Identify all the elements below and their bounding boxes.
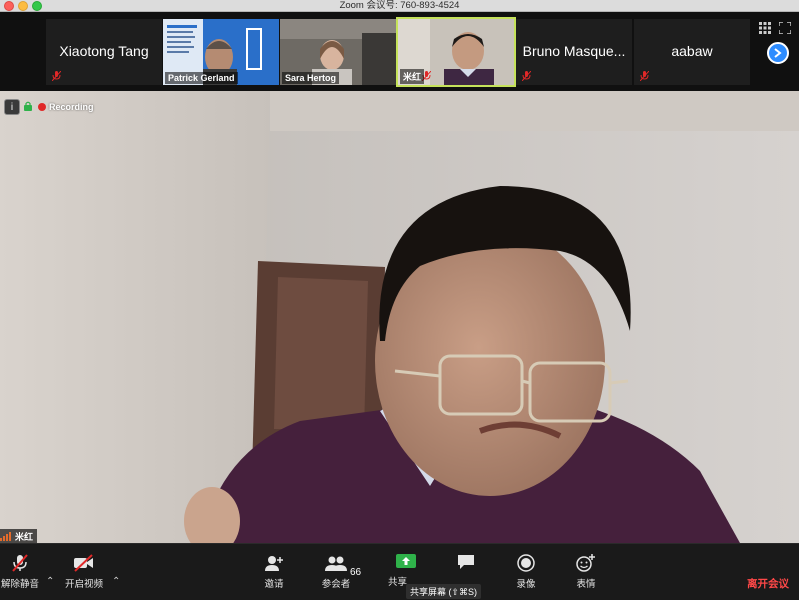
- reactions-button[interactable]: 表情: [556, 550, 616, 598]
- speaker-video-frame: [0, 91, 799, 543]
- recording-dot-icon: [38, 103, 46, 111]
- participant-tile-active-speaker[interactable]: 米红: [396, 17, 516, 87]
- participant-name: Patrick Gerland: [165, 72, 238, 84]
- muted-microphone-icon: [12, 554, 28, 572]
- recording-indicator[interactable]: Recording: [38, 102, 94, 112]
- add-user-icon: [265, 556, 283, 571]
- participant-tile[interactable]: Sara Hertog: [280, 19, 396, 85]
- window-title: Zoom 会议号: 760-893-4524: [339, 0, 460, 11]
- invite-label: 邀请: [264, 579, 284, 590]
- title-bar: Zoom 会议号: 760-893-4524: [0, 0, 799, 12]
- next-page-button[interactable]: [767, 42, 789, 64]
- muted-mic-icon: [640, 71, 649, 81]
- info-icon: i: [10, 101, 14, 113]
- video-off-icon: [74, 554, 93, 572]
- participants-label: 参会者: [321, 579, 351, 590]
- chevron-right-icon: [774, 48, 782, 58]
- share-screen-icon: [396, 554, 416, 568]
- muted-mic-icon: [52, 71, 61, 81]
- participant-tile[interactable]: Bruno Masque...: [516, 19, 632, 85]
- invite-button[interactable]: 邀请: [244, 550, 304, 598]
- participant-name: Bruno Masque...: [522, 43, 626, 59]
- smiley-add-icon: [576, 554, 595, 572]
- leave-meeting-button[interactable]: 离开会议: [747, 576, 789, 591]
- participants-count: 66: [350, 567, 362, 578]
- participant-tile[interactable]: Patrick Gerland: [163, 19, 279, 85]
- unmute-label: 解除静音: [0, 579, 39, 590]
- encryption-lock-icon[interactable]: [24, 101, 32, 111]
- signal-strength-icon: [0, 531, 11, 541]
- gallery-view-icon[interactable]: [759, 22, 771, 34]
- chat-button[interactable]: [436, 550, 496, 598]
- fullscreen-icon[interactable]: [779, 22, 791, 34]
- reactions-label: 表情: [576, 579, 596, 590]
- video-options-caret-icon[interactable]: ⌃: [112, 576, 120, 587]
- participant-name: Sara Hertog: [282, 72, 340, 84]
- meeting-info-button[interactable]: i: [4, 99, 20, 115]
- unmute-button[interactable]: 解除静音: [0, 550, 50, 598]
- chat-icon: [458, 555, 474, 569]
- active-speaker-name: 米红: [15, 531, 34, 542]
- participants-icon: [325, 556, 347, 571]
- meeting-toolbar: 解除静音 ⌃ 开启视频 ⌃ 邀请 参会者 66 共享 共享屏幕 (⇧⌘S) 录像…: [0, 543, 799, 600]
- gallery-controls: [759, 12, 799, 91]
- active-speaker-label: 米红: [0, 529, 38, 543]
- record-label: 录像: [516, 579, 536, 590]
- participant-name: Xiaotong Tang: [59, 43, 149, 59]
- record-button[interactable]: 录像: [496, 550, 556, 598]
- active-speaker-video: i Recording: [0, 91, 799, 543]
- muted-mic-icon: [522, 71, 531, 81]
- participant-gallery-strip: Xiaotong Tang Patrick Gerland Sara Herto…: [0, 12, 799, 91]
- start-video-button[interactable]: 开启视频: [54, 550, 114, 598]
- start-video-label: 开启视频: [64, 579, 103, 590]
- participant-tile[interactable]: Xiaotong Tang: [46, 19, 162, 85]
- participant-tile[interactable]: aabaw: [634, 19, 750, 85]
- recording-label: Recording: [49, 102, 94, 112]
- record-icon: [517, 554, 535, 572]
- participant-name: aabaw: [671, 43, 713, 59]
- participant-name: 米红: [400, 69, 425, 84]
